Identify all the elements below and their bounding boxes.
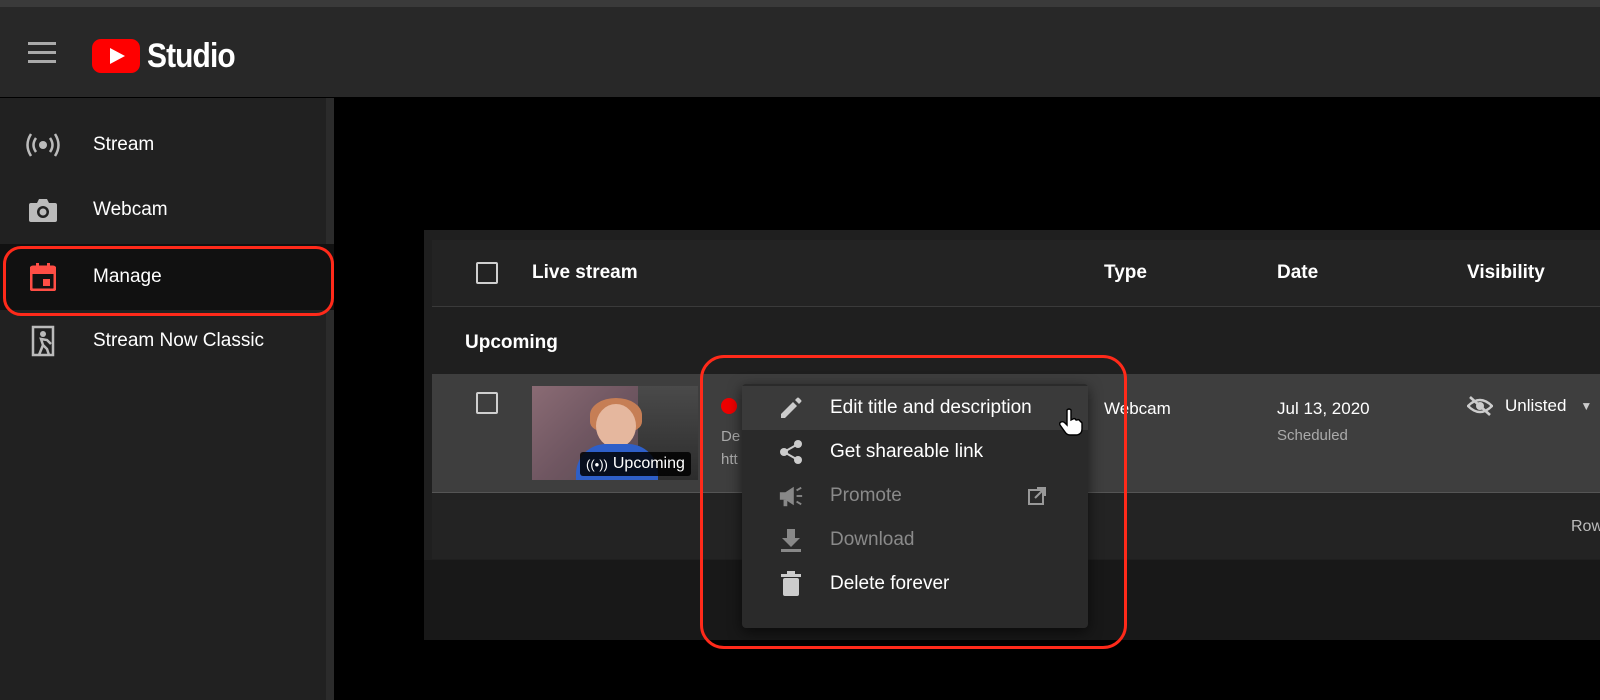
cell-date: Jul 13, 2020 — [1277, 399, 1370, 418]
column-header-type[interactable]: Type — [1104, 262, 1147, 284]
logo-text: Studio — [147, 36, 236, 75]
sidebar-item-webcam[interactable]: Webcam — [0, 177, 334, 243]
sidebar-item-label: Stream — [93, 134, 155, 155]
external-link-icon — [1028, 487, 1046, 505]
share-icon — [778, 439, 804, 465]
column-header-visibility[interactable]: Visibility — [1467, 262, 1545, 284]
column-header-date[interactable]: Date — [1277, 262, 1318, 284]
upcoming-badge: ((•)) Upcoming — [580, 452, 691, 476]
sidebar-item-label: Webcam — [93, 199, 168, 220]
top-app-bar: Studio — [0, 7, 1600, 97]
sidebar-item-stream[interactable]: Stream — [0, 112, 334, 178]
visibility-value: Unlisted — [1505, 396, 1567, 415]
pencil-icon — [778, 395, 804, 421]
live-status-dot — [721, 398, 737, 414]
menu-item-edit[interactable]: Edit title and description — [742, 386, 1088, 430]
thumbnail-figure-head — [596, 404, 636, 448]
youtube-studio-logo[interactable]: Studio — [92, 37, 247, 75]
sidebar-item-label: Stream Now Classic — [93, 330, 265, 351]
cell-type: Webcam — [1104, 399, 1171, 418]
youtube-play-logo-icon — [92, 39, 140, 73]
camera-icon — [26, 193, 60, 227]
megaphone-icon — [778, 483, 804, 509]
calendar-icon — [26, 260, 60, 294]
menu-item-download[interactable]: Download — [742, 518, 1088, 562]
description-fragment: De — [721, 428, 741, 445]
table-header: Live stream Type Date Visibility — [432, 240, 1600, 307]
menu-item-label: Download — [830, 529, 915, 550]
visibility-dropdown[interactable]: Unlisted ▼ — [1467, 396, 1592, 416]
row-options-menu: Edit title and description Get shareable… — [742, 384, 1088, 628]
menu-item-share[interactable]: Get shareable link — [742, 430, 1088, 474]
window-top-edge — [0, 0, 1600, 7]
menu-item-label: Promote — [830, 485, 902, 506]
hamburger-menu-icon[interactable] — [28, 42, 56, 64]
exit-door-icon — [26, 324, 60, 358]
menu-item-label: Edit title and description — [830, 397, 1032, 418]
menu-item-promote[interactable]: Promote — [742, 474, 1088, 518]
row-checkbox[interactable] — [476, 392, 498, 414]
badge-label: Upcoming — [612, 455, 685, 472]
broadcast-icon — [26, 128, 60, 162]
sidebar-item-label: Manage — [93, 266, 162, 287]
sidebar-item-manage[interactable]: Manage — [0, 244, 334, 310]
cell-status: Scheduled — [1277, 427, 1348, 444]
select-all-checkbox[interactable] — [476, 262, 498, 284]
sidebar: Stream Webcam Manage Stream Now Classic — [0, 98, 334, 700]
column-header-live-stream[interactable]: Live stream — [532, 262, 638, 284]
menu-item-label: Delete forever — [830, 573, 950, 594]
chevron-down-icon: ▼ — [1580, 399, 1593, 413]
hand-pointer-cursor-icon — [1059, 408, 1083, 436]
section-upcoming-label: Upcoming — [465, 332, 558, 353]
download-icon — [778, 527, 804, 553]
eye-off-icon — [1467, 396, 1493, 416]
rows-per-page-label: Row — [1571, 518, 1600, 535]
link-fragment: htt — [721, 451, 738, 468]
menu-item-delete[interactable]: Delete forever — [742, 562, 1088, 606]
sidebar-item-stream-now-classic[interactable]: Stream Now Classic — [0, 308, 334, 374]
broadcast-icon: ((•)) — [586, 456, 608, 472]
trash-icon — [778, 571, 804, 597]
menu-item-label: Get shareable link — [830, 441, 984, 462]
